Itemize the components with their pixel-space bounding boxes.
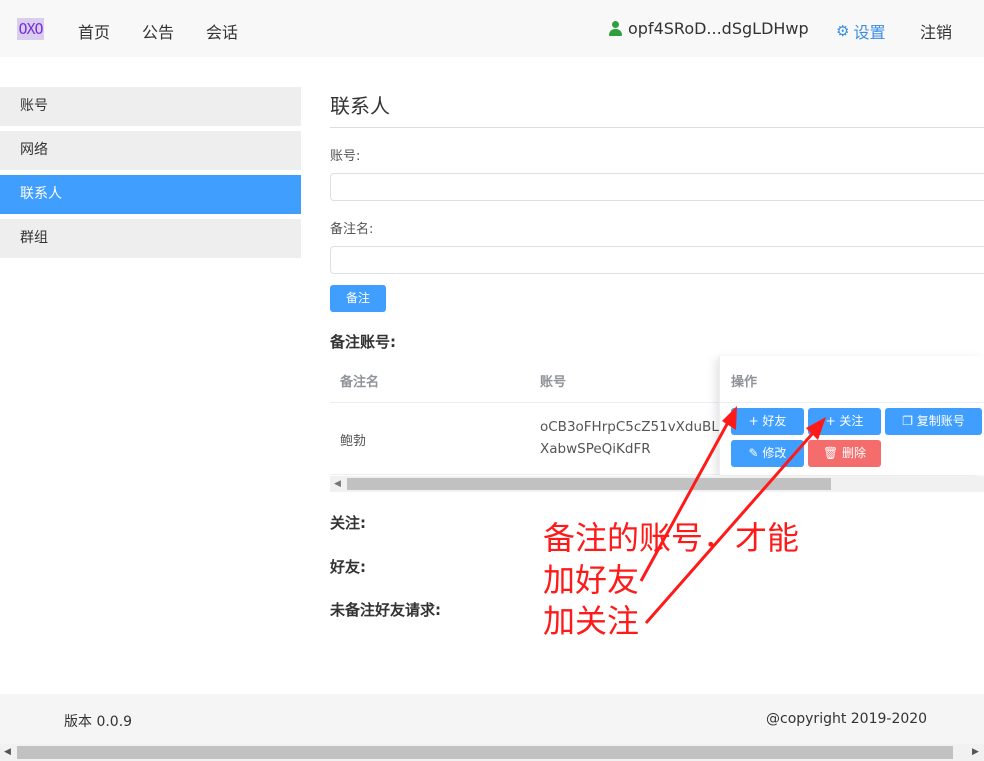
version-text: 版本 0.0.9 <box>64 714 133 730</box>
annotation-line-1: 备注的账号，才能 <box>543 519 800 557</box>
annotation-arrows <box>639 406 826 624</box>
page-scrollbar-thumb[interactable] <box>17 746 953 759</box>
scroll-right-arrow-icon[interactable]: ▶ <box>972 747 979 757</box>
copyright-text: @copyright 2019-2020 <box>766 711 928 727</box>
annotation-line-3: 加关注 <box>543 602 640 640</box>
annotation-line-2: 加好友 <box>543 561 640 599</box>
scroll-left-arrow-icon[interactable]: ◀ <box>4 747 11 757</box>
page-horizontal-scrollbar[interactable]: ◀ ▶ <box>0 744 984 761</box>
footer: 版本 0.0.9 @copyright 2019-2020 <box>0 694 984 744</box>
